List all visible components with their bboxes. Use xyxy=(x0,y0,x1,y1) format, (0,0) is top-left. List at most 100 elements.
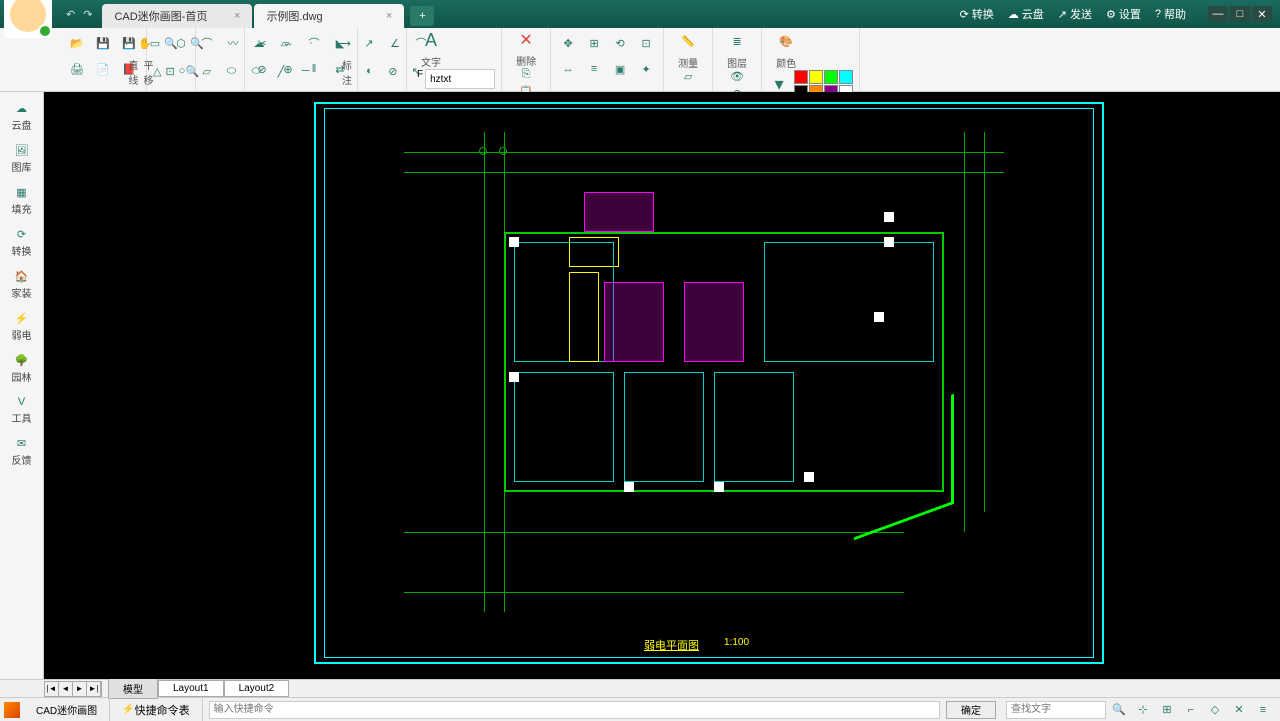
dim-angle-icon[interactable]: ∠ xyxy=(384,32,406,54)
close-icon[interactable]: × xyxy=(234,10,240,22)
color-swatch[interactable] xyxy=(824,70,838,84)
send-button[interactable]: ↗ 发送 xyxy=(1058,6,1092,22)
sidebar-item-elec[interactable]: ⚡弱电 xyxy=(0,306,43,348)
area-icon[interactable]: ▱ xyxy=(677,70,699,83)
circle-icon[interactable]: ○ xyxy=(172,60,193,82)
save-icon[interactable]: 💾 xyxy=(92,32,114,54)
rotate-icon[interactable]: ⟲ xyxy=(609,32,631,54)
sidebar-item-gallery[interactable]: 🖼图库 xyxy=(0,138,43,180)
dim-linear-icon[interactable]: ⟷ xyxy=(332,32,354,54)
drawing-scale: 1:100 xyxy=(724,637,749,648)
sidebar-item-garden[interactable]: 🌳园林 xyxy=(0,348,43,390)
layout-last-icon[interactable]: ►| xyxy=(87,682,101,696)
sidebar-item-cloud[interactable]: ☁云盘 xyxy=(0,96,43,138)
array-icon[interactable]: ⊡ xyxy=(635,32,657,54)
break-icon[interactable]: ⊘ xyxy=(251,58,273,80)
align-icon[interactable]: ≡ xyxy=(583,58,605,80)
sidebar-item-convert[interactable]: ⟳转换 xyxy=(0,222,43,264)
layout-first-icon[interactable]: |◄ xyxy=(45,682,59,696)
sidebar-item-tools[interactable]: V工具 xyxy=(0,390,43,431)
scale-icon[interactable]: ⊞ xyxy=(583,32,605,54)
dim-align-icon[interactable]: ↗ xyxy=(358,32,380,54)
tab-add-button[interactable]: + xyxy=(410,6,434,26)
layer-label: 图层 xyxy=(727,55,747,70)
search-input[interactable] xyxy=(1006,701,1106,719)
settings-button[interactable]: ⚙ 设置 xyxy=(1106,6,1141,22)
tab-label: CAD迷你画图-首页 xyxy=(114,8,207,24)
rect-icon[interactable]: ▭ xyxy=(144,32,166,54)
layout-tab-1[interactable]: Layout1 xyxy=(158,680,224,697)
polygon-icon[interactable]: ⬡ xyxy=(170,32,192,54)
drawing-title: 弱电平面图 xyxy=(644,637,699,653)
user-avatar[interactable] xyxy=(4,0,52,38)
snap-icon[interactable]: ⊹ xyxy=(1132,700,1154,720)
open-icon[interactable]: 📂 xyxy=(66,32,88,54)
drawing-canvas[interactable]: 弱电平面图 1:100 xyxy=(44,92,1280,679)
grid-icon[interactable]: ⊞ xyxy=(1156,700,1178,720)
spline-icon[interactable]: 〰 xyxy=(222,32,244,54)
measure-label: 测量 xyxy=(678,55,698,70)
color-swatch[interactable] xyxy=(809,70,823,84)
color-swatch[interactable] xyxy=(839,70,853,84)
undo-button[interactable]: ↶ xyxy=(66,8,75,21)
arc-icon[interactable]: ⌒ xyxy=(196,32,218,54)
dim-diam-icon[interactable]: ⊘ xyxy=(383,60,402,82)
cloud-button[interactable]: ☁ 云盘 xyxy=(1008,6,1044,22)
layout-tab-model[interactable]: 模型 xyxy=(108,678,158,699)
move-icon[interactable]: ✥ xyxy=(557,32,579,54)
polyline-icon[interactable]: ⌐ xyxy=(118,32,140,54)
sidebar-item-home[interactable]: 🏠家装 xyxy=(0,264,43,306)
delete-icon[interactable]: ✕ xyxy=(519,30,532,50)
search-icon[interactable]: 🔍 xyxy=(1108,700,1130,720)
ortho-icon[interactable]: ⌐ xyxy=(1180,700,1202,720)
text-icon[interactable]: A xyxy=(425,30,437,51)
export-icon[interactable]: 📄 xyxy=(92,58,114,80)
app-logo-icon xyxy=(4,702,20,718)
lwt-icon[interactable]: ≡ xyxy=(1252,700,1274,720)
stretch-icon[interactable]: ↔ xyxy=(557,58,579,80)
polar-icon[interactable]: ✕ xyxy=(1228,700,1250,720)
annotate-label: 标注 xyxy=(338,57,356,87)
offset-icon[interactable]: ‖ xyxy=(303,58,325,80)
explode-icon[interactable]: ✦ xyxy=(635,58,657,80)
layer-icon[interactable]: ≣ xyxy=(726,30,748,52)
close-button[interactable]: ✕ xyxy=(1252,6,1272,22)
ellipse-icon[interactable]: ⬭ xyxy=(221,60,242,82)
floor-plan xyxy=(404,132,1014,612)
osnap-icon[interactable]: ◇ xyxy=(1204,700,1226,720)
line-label: 直线 xyxy=(124,57,143,87)
command-input[interactable] xyxy=(209,701,940,719)
sidebar-item-fill[interactable]: ▦填充 xyxy=(0,180,43,222)
measure-icon[interactable]: 📏 xyxy=(677,30,699,52)
layer-on-icon[interactable]: 👁 xyxy=(726,70,748,83)
extend-icon[interactable]: ↔ xyxy=(277,32,299,54)
sidebar-item-feedback[interactable]: ✉反馈 xyxy=(0,431,43,473)
layout-next-icon[interactable]: ► xyxy=(73,682,87,696)
dim-radius-icon[interactable]: ◐ xyxy=(360,60,379,82)
trim-icon[interactable]: ✂ xyxy=(251,32,273,54)
redo-button[interactable]: ↷ xyxy=(83,8,92,21)
copy-icon[interactable]: ⎘ xyxy=(515,68,537,81)
color-label: 颜色 xyxy=(776,55,796,70)
block-icon[interactable]: ▣ xyxy=(609,58,631,80)
join-icon[interactable]: ⊕ xyxy=(277,58,299,80)
color-icon[interactable]: 🎨 xyxy=(775,30,797,52)
tab-file[interactable]: 示例图.dwg × xyxy=(254,4,404,28)
font-name-select[interactable] xyxy=(425,69,495,89)
triangle-icon[interactable]: △ xyxy=(147,60,168,82)
layout-tab-2[interactable]: Layout2 xyxy=(224,680,290,697)
help-button[interactable]: ? 帮助 xyxy=(1155,6,1186,22)
convert-button[interactable]: ⟳ 转换 xyxy=(960,6,994,22)
print-icon[interactable]: 🖨 xyxy=(66,58,88,80)
confirm-button[interactable]: 确定 xyxy=(946,701,996,719)
maximize-button[interactable]: □ xyxy=(1230,6,1250,22)
tab-home[interactable]: CAD迷你画图-首页 × xyxy=(102,4,252,28)
delete-label: 删除 xyxy=(516,53,536,68)
fillet-icon[interactable]: ⌒ xyxy=(303,32,325,54)
parallel-icon[interactable]: ▱ xyxy=(196,60,217,82)
shortcut-table-button[interactable]: ⚡快捷命令表 xyxy=(110,698,202,721)
minimize-button[interactable]: — xyxy=(1208,6,1228,22)
layout-prev-icon[interactable]: ◄ xyxy=(59,682,73,696)
color-swatch[interactable] xyxy=(794,70,808,84)
close-icon[interactable]: × xyxy=(386,10,392,22)
